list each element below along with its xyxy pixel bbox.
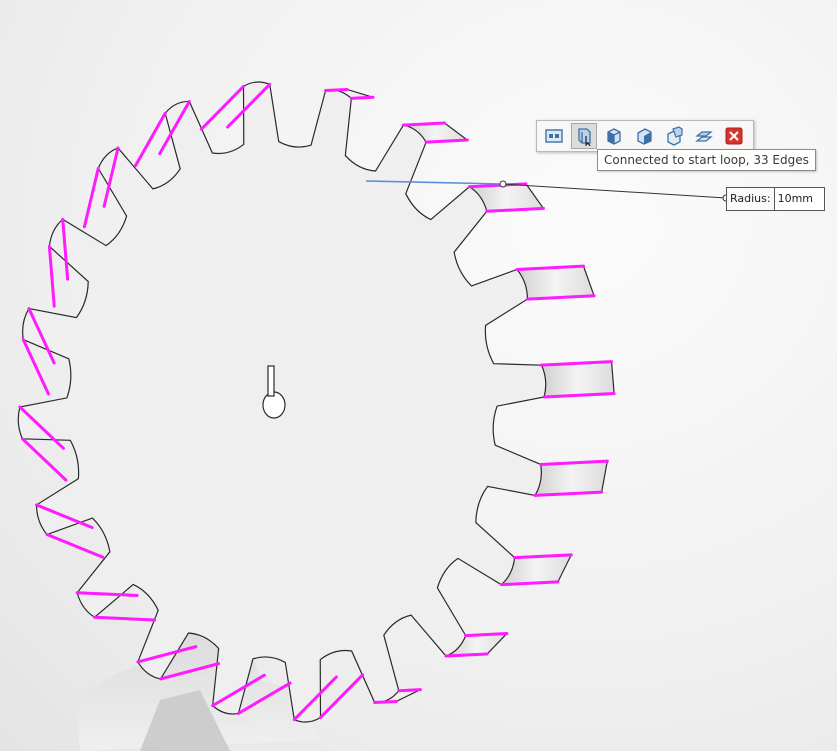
selected-edge[interactable] xyxy=(324,87,349,93)
connected-to-start-loop-button[interactable] xyxy=(571,123,597,149)
graphics-viewport[interactable] xyxy=(0,0,837,751)
feature-edges-icon xyxy=(695,131,713,142)
radius-value-field[interactable]: 10mm xyxy=(775,188,824,210)
selected-edge[interactable] xyxy=(424,138,469,144)
callout-leader-line xyxy=(502,183,727,199)
callout-anchor-point[interactable] xyxy=(499,180,507,188)
feature-edges-button[interactable] xyxy=(691,123,717,149)
selected-edge[interactable] xyxy=(349,95,375,100)
selected-edge[interactable] xyxy=(444,652,489,658)
connected-to-start-face-icon xyxy=(607,128,621,145)
close-button[interactable] xyxy=(721,123,747,149)
tooth-top-face[interactable] xyxy=(540,361,615,398)
selected-edge[interactable] xyxy=(401,121,447,127)
gear-model[interactable] xyxy=(17,81,730,723)
radius-label: Radius: xyxy=(727,188,775,210)
select-loop-icon xyxy=(545,129,563,143)
selected-edge[interactable] xyxy=(397,688,422,693)
connected-to-start-face-button[interactable] xyxy=(601,123,627,149)
tooth-top-face[interactable] xyxy=(534,460,609,497)
select-loop-button[interactable] xyxy=(541,123,567,149)
connected-to-start-loop-icon xyxy=(578,128,591,146)
selected-edge[interactable] xyxy=(82,166,100,229)
selected-edge[interactable] xyxy=(93,615,157,622)
selected-edge[interactable] xyxy=(47,244,56,308)
selected-edge[interactable] xyxy=(134,111,167,167)
connected-to-end-face-icon xyxy=(637,128,652,145)
connected-features-button[interactable] xyxy=(661,123,687,149)
close-icon xyxy=(725,127,743,145)
tooth-top-face[interactable] xyxy=(516,265,595,300)
selected-edge[interactable] xyxy=(319,673,365,720)
selected-edge[interactable] xyxy=(45,533,105,559)
selected-edge[interactable] xyxy=(373,699,398,705)
selected-edge[interactable] xyxy=(464,632,509,638)
radius-callout[interactable]: Radius: 10mm xyxy=(726,187,825,211)
connected-to-end-face-button[interactable] xyxy=(631,123,657,149)
selection-tooltip: Connected to start loop, 33 Edges xyxy=(597,149,816,171)
connected-features-icon xyxy=(667,126,683,146)
selection-toolbar xyxy=(536,120,754,152)
selected-edge[interactable] xyxy=(199,84,245,131)
